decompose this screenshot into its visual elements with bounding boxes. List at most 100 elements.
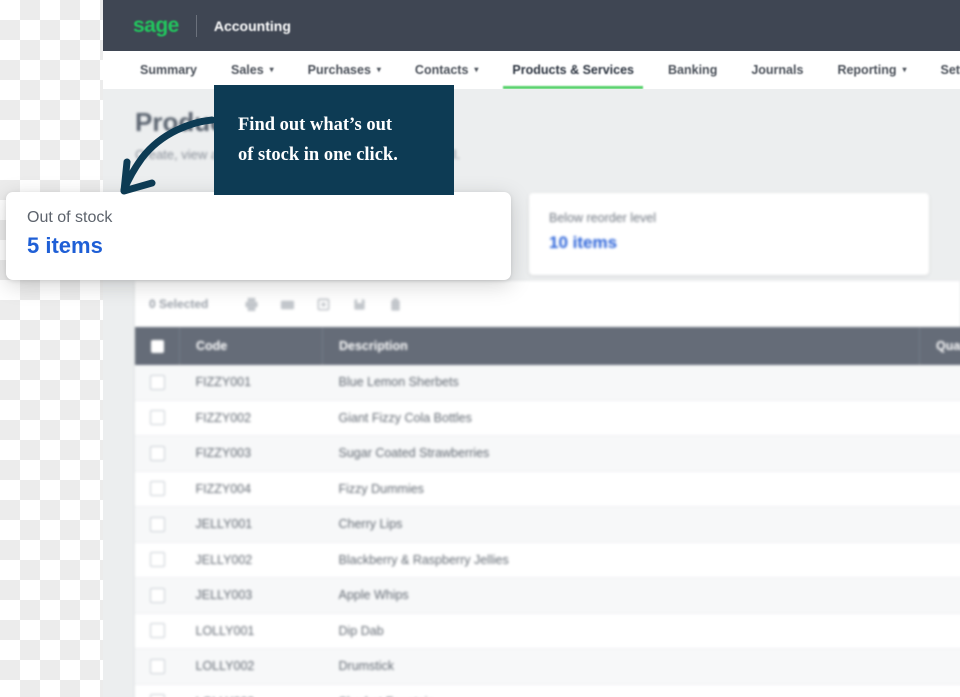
cell-code: FIZZY002 [179, 400, 323, 436]
nav-item-label: Summary [140, 63, 197, 77]
cell-quantity [919, 471, 960, 507]
out-of-stock-label: Out of stock [27, 209, 113, 226]
cell-quantity [919, 542, 960, 578]
table-row[interactable]: FIZZY001 Blue Lemon Sherbets [135, 365, 960, 401]
nav-item-sales[interactable]: Sales ▾ [214, 51, 291, 89]
nav-item-products-services[interactable]: Products & Services [495, 51, 651, 89]
cell-quantity [919, 400, 960, 436]
row-select-cell[interactable] [135, 648, 180, 685]
callout-line-2: of stock in one click. [238, 145, 398, 165]
cell-code: JELLY003 [179, 577, 323, 614]
out-of-stock-card[interactable]: Out of stock 5 items [6, 192, 511, 280]
select-all-header[interactable] [135, 327, 180, 365]
print-icon[interactable] [236, 293, 266, 315]
row-select-cell[interactable] [135, 577, 180, 614]
row-select-cell[interactable] [135, 542, 180, 578]
archive-icon[interactable] [344, 293, 374, 315]
cell-code: FIZZY003 [179, 435, 323, 472]
cell-quantity [919, 613, 960, 649]
below-reorder-value[interactable]: 10 items [549, 233, 617, 253]
email-icon[interactable] [272, 293, 302, 315]
row-checkbox[interactable] [149, 445, 165, 461]
nav-item-banking[interactable]: Banking [651, 51, 734, 89]
row-checkbox[interactable] [149, 374, 165, 390]
cell-code: JELLY002 [179, 542, 323, 578]
table-row[interactable]: JELLY003 Apple Whips [135, 577, 960, 614]
cell-description: Sugar Coated Strawberries [322, 435, 920, 472]
table-row[interactable]: FIZZY003 Sugar Coated Strawberries [135, 435, 960, 472]
below-reorder-label: Below reorder level [549, 211, 656, 225]
cell-code: FIZZY001 [179, 365, 323, 401]
copy-icon[interactable] [308, 293, 338, 315]
nav-item-contacts[interactable]: Contacts ▾ [398, 51, 496, 89]
chevron-down-icon: ▾ [269, 65, 274, 74]
cell-code: FIZZY004 [179, 471, 323, 507]
table-row[interactable]: LOLLY003Sherbet Fountain [135, 684, 960, 697]
nav-item-label: Reporting [837, 63, 897, 77]
out-of-stock-value[interactable]: 5 items [27, 233, 103, 259]
nav-item-label: Banking [668, 63, 718, 77]
nav-item-label: Settings [940, 63, 960, 77]
main-navigation[interactable]: Summary Sales ▾ Purchases ▾ Contacts ▾ Products… [103, 51, 960, 89]
row-checkbox[interactable] [149, 516, 165, 532]
chevron-down-icon: ▾ [376, 65, 381, 74]
nav-item-summary[interactable]: Summary [123, 51, 214, 89]
cell-quantity [919, 577, 960, 614]
nav-item-purchases[interactable]: Purchases ▾ [291, 51, 398, 89]
nav-item-label: Products & Services [512, 63, 635, 77]
nav-item-settings[interactable]: Settings [923, 51, 960, 89]
cell-code: JELLY001 [179, 506, 323, 543]
tooltip-callout: Find out what’s out of stock in one clic… [214, 85, 454, 195]
row-checkbox[interactable] [149, 552, 165, 568]
nav-item-label: Contacts [414, 63, 469, 77]
select-all-checkbox[interactable] [150, 340, 164, 354]
row-select-cell[interactable] [135, 506, 180, 543]
table-row[interactable]: JELLY001 Cherry Lips [135, 506, 960, 543]
row-select-cell[interactable] [135, 684, 180, 697]
row-checkbox[interactable] [149, 410, 165, 426]
nav-item-journals[interactable]: Journals [734, 51, 820, 89]
cell-code: LOLLY003 [179, 684, 323, 697]
cell-quantity [919, 684, 960, 697]
nav-item-label: Purchases [307, 63, 371, 77]
column-header-quantity[interactable]: Quantity [919, 327, 960, 365]
cell-description: Dip Dab [322, 613, 920, 649]
nav-item-reporting[interactable]: Reporting ▾ [820, 51, 923, 89]
row-select-cell[interactable] [135, 471, 180, 507]
column-header-description[interactable]: Description [322, 327, 920, 365]
cell-description: Blackberry & Raspberry Jellies [322, 542, 920, 578]
table-row[interactable]: JELLY002 Blackberry & Raspberry Jellies [135, 542, 960, 578]
table-body: FIZZY001 Blue Lemon Sherbets FIZZY002 Giant… [135, 365, 960, 697]
cell-description: Sherbet Fountain [322, 684, 920, 697]
row-checkbox[interactable] [149, 658, 165, 674]
nav-item-label: Journals [751, 63, 804, 77]
cell-quantity [919, 648, 960, 685]
column-header-code[interactable]: Code [179, 327, 323, 365]
row-select-cell[interactable] [135, 400, 180, 436]
table-header-row: Code Description Quantity [135, 327, 960, 365]
table-row[interactable]: LOLLY001 Dip Dab [135, 613, 960, 649]
row-checkbox[interactable] [149, 587, 165, 603]
delete-icon[interactable] [380, 293, 410, 315]
cell-quantity [919, 506, 960, 543]
table-row[interactable]: FIZZY004 Fizzy Dummies [135, 471, 960, 507]
below-reorder-level-card[interactable]: Below reorder level 10 items [529, 193, 929, 275]
cell-description: Cherry Lips [322, 506, 920, 543]
table-row[interactable]: FIZZY002 Giant Fizzy Cola Bottles [135, 400, 960, 436]
header-divider [195, 14, 197, 37]
nav-item-label: Sales [230, 63, 264, 77]
table-toolbar: 0 Selected [135, 281, 960, 327]
row-select-cell[interactable] [135, 613, 180, 649]
selected-count-label: 0 Selected [149, 297, 209, 311]
row-checkbox[interactable] [149, 481, 165, 497]
row-select-cell[interactable] [135, 365, 180, 401]
chevron-down-icon: ▾ [902, 65, 907, 74]
app-header-bar: sage Accounting [103, 0, 960, 51]
products-table: Code Description Quantity FIZZY001Blue L… [135, 327, 960, 697]
sage-logo[interactable]: sage [133, 14, 179, 38]
cell-description: Drumstick [322, 648, 920, 685]
table-row[interactable]: LOLLY002 Drumstick [135, 648, 960, 685]
row-checkbox[interactable] [149, 623, 165, 639]
table-header: Code Description Quantity [135, 327, 960, 365]
row-select-cell[interactable] [135, 435, 180, 472]
